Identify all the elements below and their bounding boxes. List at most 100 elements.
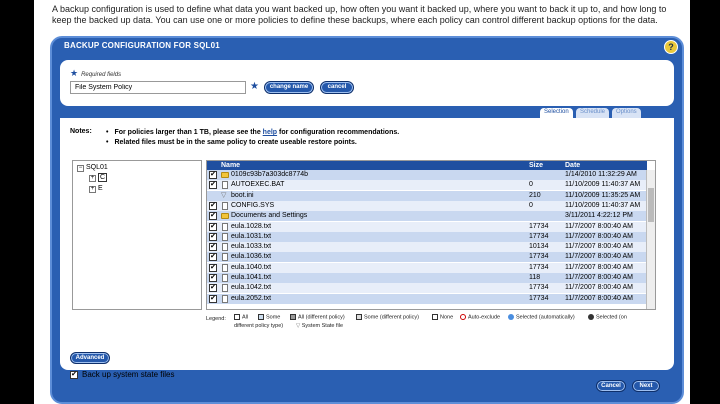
row-checkbox[interactable]: ✔ [209,284,217,293]
note-text: For policies larger than 1 TB, please se… [114,129,263,136]
legend-text: All [242,314,249,321]
required-label: Required fields [81,72,122,78]
tab-selection[interactable]: Selection [540,108,573,118]
legend-selected-diff: Selected (on [588,314,627,320]
cell-name: eula.2052.txt [231,294,272,302]
row-checkbox[interactable]: ✔ [209,232,217,241]
row-checkbox[interactable]: ✔ [209,201,217,210]
cancel-name-button[interactable]: cancel [320,81,354,94]
file-icon [222,232,228,241]
row-checkbox[interactable]: ✔ [209,294,217,303]
row-checkbox[interactable]: ✔ [209,181,217,190]
help-button[interactable]: ? [664,40,678,54]
table-row[interactable]: ▽ boot.ini 210 11/10/2009 11:35:25 AM [207,190,647,201]
row-checkbox[interactable] [209,192,217,200]
file-icon [222,181,228,190]
tree-label: C [98,173,108,182]
system-state-option[interactable]: ✔ Back up system state files [70,370,174,379]
tree-node-e[interactable]: + E [89,185,103,193]
cell-size: 17734 [529,263,549,271]
table-row[interactable]: ✔ Documents and Settings 3/11/2011 4:22:12… [207,211,647,222]
tab-schedule[interactable]: Schedule [576,108,610,118]
dialog-title: BACKUP CONFIGURATION FOR SQL01 [64,41,220,50]
scroll-thumb[interactable] [648,188,654,222]
row-checkbox[interactable]: ✔ [209,171,217,179]
cell-name: CONFIG.SYS [231,201,275,209]
note-related-files: Related files must be in the same policy… [106,138,399,148]
table-row[interactable]: ✔ eula.1028.txt 17734 11/7/2007 8:00:40 AM [207,221,647,232]
table-row[interactable]: ✔ eula.1042.txt 17734 11/7/2007 8:00:40 AM [207,283,647,294]
cell-date: 11/7/2007 8:00:40 AM [565,232,633,240]
file-grid: Name Size Date ✔ 0109c93b7a303dc8774b 1/14… [206,160,656,310]
cell-name: eula.1040.txt [231,263,272,271]
cell-date: 11/7/2007 8:00:40 AM [565,253,633,261]
column-header-date[interactable]: Date [565,161,580,170]
note-text: for configuration recommendations. [277,129,400,136]
file-icon [222,201,228,210]
row-checkbox[interactable]: ✔ [209,263,217,272]
cell-date: 11/7/2007 8:00:40 AM [565,294,633,302]
legend-text: Some (different policy) [364,314,419,321]
change-name-button[interactable]: change name [264,81,314,94]
checkbox-some-icon [258,314,264,320]
cell-date: 11/7/2007 8:00:40 AM [565,274,633,281]
cell-name: eula.1036.txt [231,253,272,261]
cell-size: 17734 [529,222,549,230]
row-checkbox[interactable]: ✔ [209,222,217,231]
cell-date: 11/7/2007 8:00:40 AM [565,263,633,271]
cell-name: eula.1042.txt [231,284,272,292]
table-row[interactable]: ✔ eula.1031.txt 17734 11/7/2007 8:00:40 AM [207,231,647,242]
tab-options[interactable]: Options [612,108,641,118]
tree-node-root[interactable]: − SQL01 [77,164,108,172]
tree-node-c[interactable]: + C [89,173,108,182]
row-checkbox[interactable]: ✔ [209,274,217,282]
advanced-button[interactable]: Advanced [70,352,110,364]
notes-list: For policies larger than 1 TB, please se… [106,128,399,148]
policy-name-panel: ★Required fields ★ change name cancel [60,60,674,106]
column-header-size[interactable]: Size [529,161,543,170]
collapse-icon[interactable]: − [77,165,84,172]
required-fields-note: ★ Required fields [70,68,121,79]
cell-date: 11/10/2009 11:40:37 AM [565,201,641,209]
row-checkbox[interactable]: ✔ [209,243,217,252]
folder-icon [221,213,229,220]
expand-icon[interactable]: + [89,186,96,193]
cell-date: 11/7/2007 8:00:40 AM [565,222,633,230]
auto-exclude-icon [460,314,466,320]
system-state-checkbox[interactable]: ✔ [70,370,78,379]
table-row[interactable]: ✔ eula.1033.txt 10134 11/7/2007 8:00:40 AM [207,242,647,253]
table-row[interactable]: ✔ CONFIG.SYS 0 11/10/2009 11:40:37 AM [207,200,647,211]
column-header-name[interactable]: Name [221,161,240,170]
legend-text: Some [266,314,281,321]
legend-text: None [440,314,454,321]
table-row[interactable]: ✔ eula.1036.txt 17734 11/7/2007 8:00:40 AM [207,252,647,263]
help-link[interactable]: help [263,129,277,136]
selected-diff-icon [588,314,594,320]
cancel-button[interactable]: Cancel [596,380,626,392]
row-checkbox[interactable]: ✔ [209,212,217,221]
row-checkbox[interactable]: ✔ [209,253,217,262]
table-row[interactable]: ✔ AUTOEXEC.BAT 0 11/10/2009 11:40:37 AM [207,180,647,191]
legend-text: Selected (on [596,314,627,321]
table-row[interactable]: ✔ eula.1040.txt 17734 11/7/2007 8:00:40 AM [207,262,647,273]
grid-scrollbar[interactable] [646,170,655,309]
cell-size: 118 [529,274,541,281]
expand-icon[interactable]: + [89,175,96,182]
next-button[interactable]: Next [632,380,660,392]
backup-config-dialog: BACKUP CONFIGURATION FOR SQL01 ? ★ Requir… [50,36,684,404]
checkbox-none-icon [432,314,438,320]
legend-text: Selected (automatically) [516,314,575,321]
table-row[interactable]: ✔ eula.1041.txt 118 11/7/2007 8:00:40 AM [207,273,647,283]
tree-label: E [98,185,103,192]
page: A backup configuration is used to define… [34,0,690,404]
policy-name-input[interactable] [70,81,246,94]
checkbox-some-diff-icon [356,314,362,320]
table-row[interactable]: ✔ eula.2052.txt 17734 11/7/2007 8:00:40 AM [207,293,647,304]
cell-name: 0109c93b7a303dc8774b [231,171,309,178]
notes-label: Notes: [70,128,92,135]
cell-date: 11/7/2007 8:00:40 AM [565,284,633,292]
table-row[interactable]: ✔ 0109c93b7a303dc8774b 1/14/2010 11:32:29 … [207,170,647,180]
folder-icon [221,172,229,178]
cell-date: 11/10/2009 11:40:37 AM [565,181,641,189]
intro-text: A backup configuration is used to define… [52,4,667,25]
